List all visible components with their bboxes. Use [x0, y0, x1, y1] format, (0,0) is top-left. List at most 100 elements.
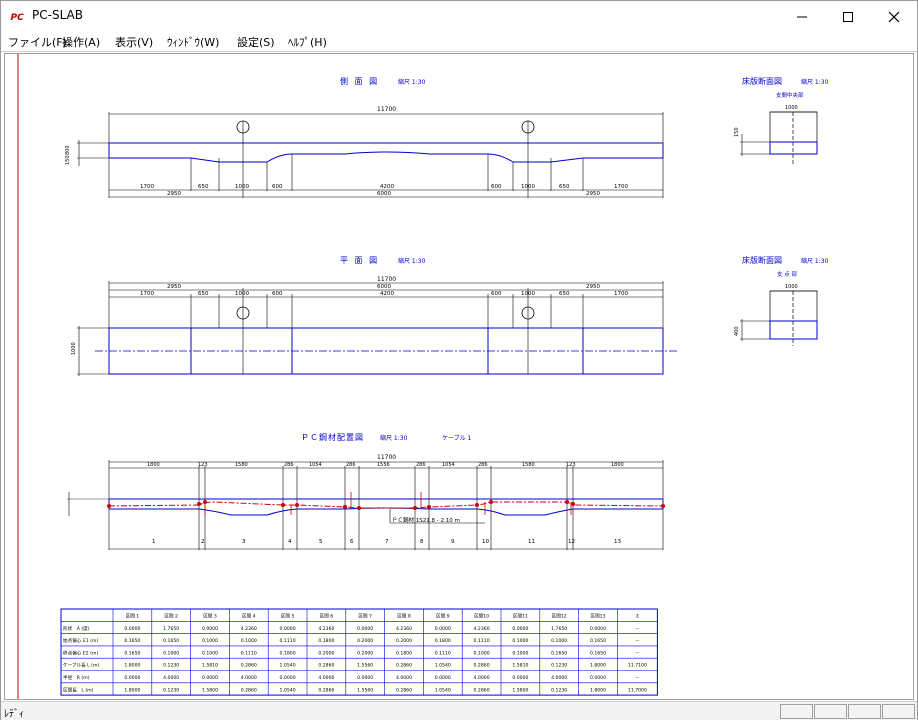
svg-text:縮尺 1:30: 縮尺 1:30: [801, 257, 829, 265]
table-cell: 1.0540: [280, 687, 296, 693]
menu-operation[interactable]: 操作(A): [62, 34, 100, 50]
svg-text:3: 3: [242, 539, 246, 545]
menu-window[interactable]: ｳｨﾝﾄﾞｳ(W): [167, 34, 219, 50]
svg-text:1800: 1800: [147, 462, 160, 468]
svg-text:ケーブル 1: ケーブル 1: [442, 434, 472, 442]
table-cell: 0.0000: [124, 626, 140, 632]
table-cell: 0.0000: [357, 675, 373, 681]
svg-text:11: 11: [528, 539, 535, 545]
table-cell: 1.7650: [551, 626, 567, 632]
title-bar[interactable]: PC PC-SLAB: [1, 1, 917, 32]
svg-text:1700: 1700: [140, 184, 154, 190]
svg-text:2950: 2950: [167, 284, 181, 290]
svg-text:650: 650: [198, 184, 209, 190]
status-bar: ﾚﾃﾞｨ: [1, 701, 917, 720]
svg-text:123: 123: [566, 462, 576, 468]
svg-text:1000: 1000: [71, 342, 77, 355]
table-cell: 4.2360: [241, 626, 257, 632]
svg-text:1556: 1556: [377, 462, 390, 468]
table-cell: 形状 A (度): [63, 625, 90, 632]
table-cell: 0.2860: [318, 687, 334, 693]
status-panel: [780, 704, 813, 719]
table-cell: 0.0000: [280, 675, 296, 681]
table-cell: 4.2360: [318, 626, 334, 632]
side-view-title: 側 面 図: [340, 76, 379, 86]
status-panel: [814, 704, 847, 719]
table-cell: 0.0000: [202, 626, 218, 632]
maximize-icon: [843, 11, 853, 22]
table-cell: 0.0000: [512, 626, 528, 632]
table-cell: 終点偏心 E2 (m): [63, 649, 98, 656]
table-cell: 0.0000: [435, 675, 451, 681]
drawing-canvas[interactable]: 側 面 図 縮尺 1:30 11700 800 150 1700 650 100…: [5, 54, 913, 699]
menu-help[interactable]: ﾍﾙﾌﾟ(H): [288, 34, 327, 50]
table-cell: 0.1000: [551, 638, 567, 644]
table-header-cell: 区間10: [474, 614, 489, 620]
table-cell: 0.2000: [357, 650, 373, 656]
table-cell: －: [635, 627, 640, 632]
table-header-cell: 区間 5: [281, 614, 295, 620]
menu-bar: ファイル(F) 操作(A) 表示(V) ｳｨﾝﾄﾞｳ(W) 設定(S) ﾍﾙﾌﾟ…: [1, 32, 917, 52]
table-cell: 0.0000: [124, 675, 140, 681]
menu-settings[interactable]: 設定(S): [237, 34, 275, 50]
svg-text:2: 2: [201, 539, 205, 545]
menu-file[interactable]: ファイル(F): [8, 34, 67, 50]
plan-view-title: 平 面 図: [340, 256, 379, 265]
section2-title: 床版断面図: [742, 255, 782, 265]
table-cell: 区間長 L (m): [63, 687, 94, 693]
svg-text:縮尺 1:30: 縮尺 1:30: [801, 78, 829, 86]
table-cell: 0.1800: [318, 638, 334, 644]
table-cell: 1.8000: [590, 663, 606, 669]
svg-text:11700: 11700: [377, 454, 396, 461]
close-button[interactable]: [871, 1, 917, 32]
table-cell: 11.7100: [628, 663, 647, 669]
svg-text:支間中央部: 支間中央部: [776, 91, 804, 99]
minimize-button[interactable]: [779, 1, 825, 32]
table-cell: 0.1650: [551, 650, 567, 656]
svg-text:6: 6: [350, 539, 354, 545]
app-window: PC PC-SLAB ファイル(F) 操作(A) 表示(V) ｳｨﾝﾄﾞｳ(W)…: [0, 0, 918, 720]
table-cell: ケーブル長 L (m): [63, 662, 99, 669]
maximize-button[interactable]: [825, 1, 871, 32]
svg-text:1000: 1000: [521, 184, 535, 190]
svg-text:286: 286: [346, 462, 356, 468]
table-cell: 0.2000: [396, 638, 412, 644]
svg-text:6000: 6000: [377, 191, 391, 197]
table-cell: 半径 R (m): [63, 674, 90, 681]
table-cell: 1.8000: [124, 687, 140, 693]
table-cell: 0.0000: [435, 626, 451, 632]
svg-text:1000: 1000: [521, 291, 535, 297]
table-header-cell: 区間 7: [358, 614, 372, 620]
table-cell: 1.8000: [590, 687, 606, 693]
svg-text:13: 13: [614, 539, 621, 545]
svg-text:400: 400: [734, 326, 740, 336]
drawing-area[interactable]: 側 面 図 縮尺 1:30 11700 800 150 1700 650 100…: [4, 53, 914, 700]
table-cell: 0.2860: [241, 687, 257, 693]
svg-text:縮尺 1:30: 縮尺 1:30: [398, 257, 426, 265]
svg-text:1580: 1580: [235, 462, 248, 468]
table-cell: 4.0000: [551, 675, 567, 681]
svg-text:600: 600: [272, 184, 283, 190]
section1-title: 床版断面図: [742, 76, 782, 86]
table-cell: 0.2000: [318, 650, 334, 656]
svg-text:286: 286: [478, 462, 488, 468]
table-cell: 0.1110: [280, 638, 296, 644]
table-cell: 0.2860: [474, 663, 490, 669]
table-cell: 1.7650: [163, 626, 179, 632]
svg-text:800: 800: [65, 145, 71, 155]
table-cell: 0.1800: [280, 650, 296, 656]
svg-text:1000: 1000: [235, 291, 249, 297]
menu-view[interactable]: 表示(V): [115, 34, 153, 50]
table-cell: 0.1230: [551, 663, 567, 669]
table-cell: 0.1110: [241, 650, 257, 656]
table-cell: 4.0000: [163, 675, 179, 681]
table-header-cell: 区間 6: [320, 614, 334, 620]
status-panel: [882, 704, 915, 719]
table-cell: 0.2860: [396, 687, 412, 693]
table-cell: 0.1800: [435, 638, 451, 644]
table-cell: 0.1000: [202, 650, 218, 656]
svg-text:8: 8: [420, 539, 424, 545]
table-cell: 11.7000: [628, 687, 647, 693]
table-cell: 0.0000: [202, 675, 218, 681]
svg-text:1000: 1000: [785, 284, 798, 290]
